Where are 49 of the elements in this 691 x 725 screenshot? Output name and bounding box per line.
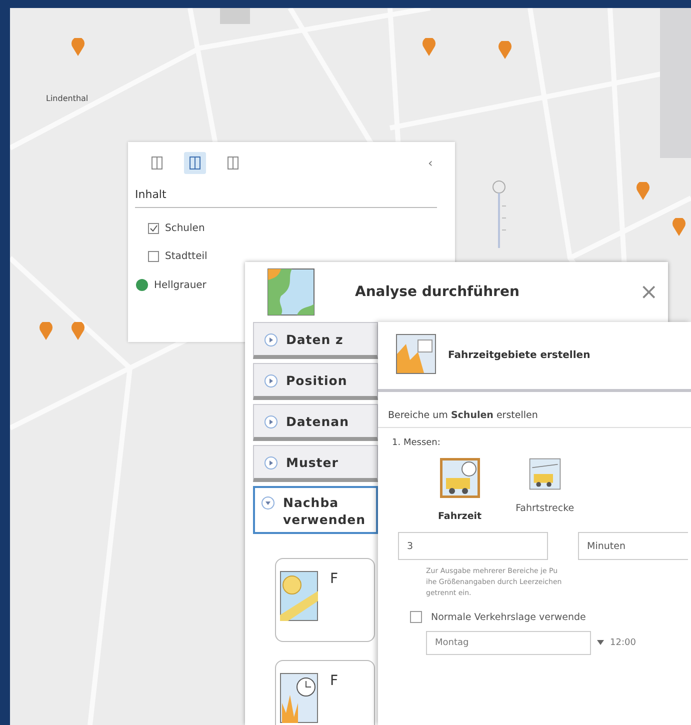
description-text: Bereiche um Schulen erstellen (378, 392, 691, 428)
checkbox-label[interactable]: Normale Verkehrslage verwende (431, 612, 586, 622)
zoom-slider-icon[interactable] (490, 178, 508, 248)
step-label: 1. Messen: (391, 437, 442, 448)
map-pin-icon[interactable] (672, 218, 686, 236)
truck-icon (440, 458, 480, 501)
accordion-header[interactable]: Datenan (253, 404, 378, 441)
layer-checkbox[interactable] (148, 223, 159, 234)
tool-card[interactable]: F (275, 558, 375, 642)
layer-name[interactable]: Hellgrauer (154, 280, 206, 290)
accordion-header[interactable]: Nachba verwenden (253, 486, 378, 534)
distance-input-field[interactable]: 3 (398, 532, 548, 560)
panel-title: Inhalt (135, 188, 168, 201)
expand-right-icon (264, 414, 278, 428)
map-pin-icon[interactable] (636, 182, 650, 200)
map-pin-icon[interactable] (39, 322, 53, 340)
collapse-button[interactable]: ‹ (428, 156, 433, 170)
dialog-title: Analyse durchführen (355, 284, 520, 300)
map-building (220, 8, 250, 24)
panel-icon (227, 156, 239, 170)
traffic-checkbox[interactable] (410, 611, 422, 623)
layer-name[interactable]: Stadtteil (165, 251, 208, 262)
measure-option[interactable]: Fahrzeit (438, 458, 482, 522)
map-pin-icon[interactable] (422, 38, 436, 56)
day-dropdown[interactable]: Montag (426, 631, 591, 655)
expand-right-icon (264, 455, 278, 469)
layer-checkbox[interactable] (148, 251, 159, 262)
unit-dropdown[interactable]: Minuten (578, 532, 688, 560)
tool-title: Fahrzeitgebiete erstellen (448, 350, 590, 361)
measure-option[interactable]: Fahrtstrecke (516, 458, 574, 522)
layer-name[interactable]: Schulen (165, 223, 205, 234)
time-field[interactable]: 12:00 (610, 638, 636, 648)
globe-icon (136, 279, 148, 291)
panel-tab[interactable] (184, 152, 206, 174)
accordion-header[interactable]: Position (253, 363, 378, 400)
expand-right-icon (264, 373, 278, 387)
map-pin-icon[interactable] (71, 38, 85, 56)
place-label: Lindenthal (46, 94, 88, 103)
close-button[interactable]: × (640, 280, 658, 304)
tool-card[interactable]: F (275, 660, 375, 725)
expand-right-icon (264, 332, 278, 346)
map-pin-icon[interactable] (498, 41, 512, 59)
expand-down-icon (261, 495, 275, 509)
panel-icon (189, 156, 201, 170)
accordion-header[interactable]: Muster (253, 445, 378, 482)
panel-icon (151, 156, 163, 170)
accordion-header[interactable]: Daten z (253, 322, 378, 359)
analysis-map-icon (267, 268, 315, 316)
map-pin-icon[interactable] (71, 322, 85, 340)
